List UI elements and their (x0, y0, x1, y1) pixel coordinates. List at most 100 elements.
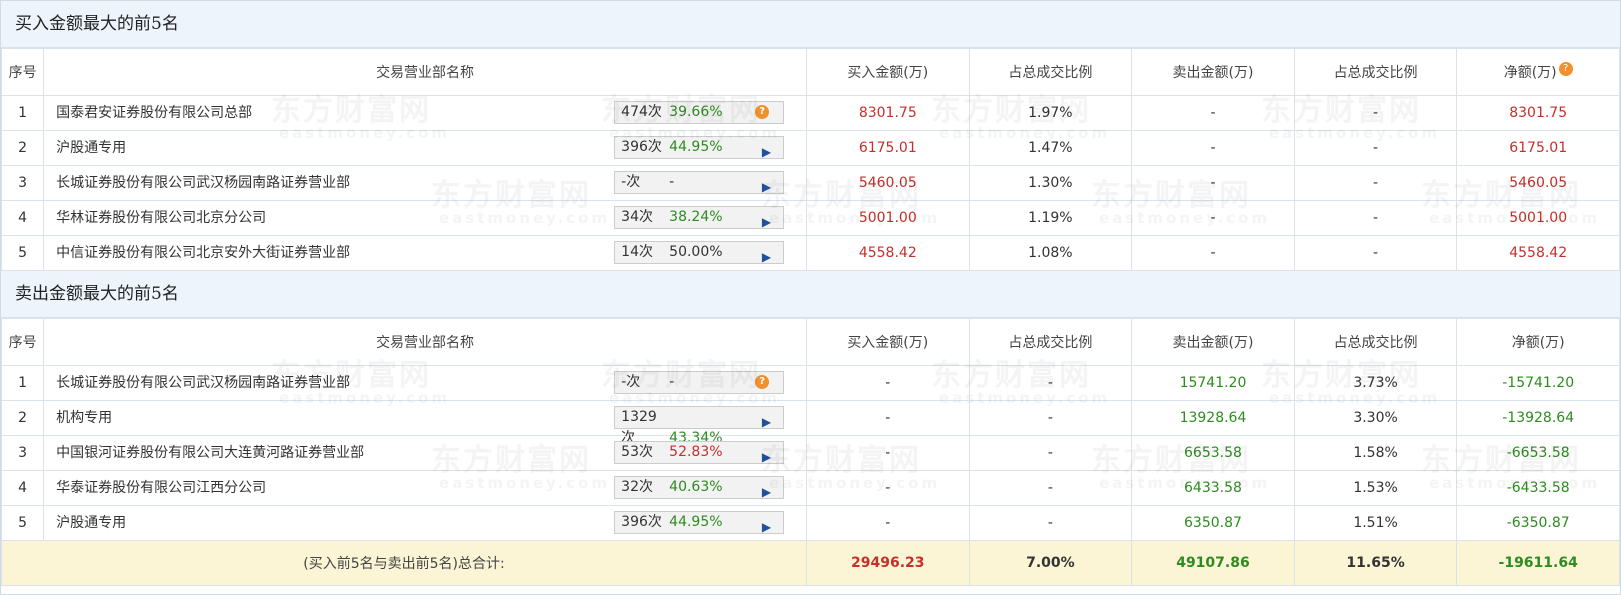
buy-amount-cell: 4558.42 (805, 235, 970, 271)
buy-amount-cell: - (805, 365, 970, 401)
table-row: 3 长城证券股份有限公司武汉杨园南路证券营业部 -次 - ▶ 5460.05 1.30% - -… (0, 165, 1620, 201)
rank-cell: 5 (0, 235, 45, 271)
buy-amount-cell: - (805, 505, 970, 541)
buy-ratio-cell: - (968, 400, 1133, 436)
sell-amount-cell: 6653.58 (1131, 435, 1295, 471)
table-row: 4 华林证券股份有限公司北京分公司 34次 38.24% ▶ 5001.00 1.19% - -… (0, 200, 1620, 236)
table-row: 1 国泰君安证券股份有限公司总部 474次 39.66%? 8301.75 1.97% - -… (0, 95, 1620, 131)
trade-stats-box[interactable]: 53次 52.83% ▶ (614, 441, 785, 464)
trade-stats-box[interactable]: 396次 44.95% ▶ (614, 136, 785, 159)
trade-stats-box[interactable]: -次 -? (614, 371, 785, 394)
arrow-right-icon[interactable]: ▶ (762, 247, 771, 268)
branch-cell: 长城证券股份有限公司武汉杨园南路证券营业部 -次 - ▶ (43, 165, 807, 201)
sell-section-title: 卖出金额最大的前5名 (1, 271, 1620, 318)
help-icon[interactable]: ? (1558, 62, 1573, 76)
trade-stats-box[interactable]: -次 - ▶ (614, 171, 785, 194)
sell-amount-cell: - (1131, 235, 1295, 271)
branch-name-link[interactable]: 华林证券股份有限公司北京分公司 (56, 201, 266, 235)
win-rate: 39.66% (669, 104, 723, 120)
total-sell-ratio: 11.65% (1293, 540, 1458, 586)
sell-ratio-cell: - (1293, 200, 1458, 236)
buy-ratio-cell: - (968, 505, 1133, 541)
sell-amount-cell: 6433.58 (1131, 470, 1295, 506)
help-icon[interactable]: ? (755, 375, 770, 389)
header-name: 交易营业部名称 (43, 318, 807, 366)
buy-amount-cell: - (805, 400, 970, 436)
arrow-right-icon[interactable]: ▶ (762, 412, 771, 433)
arrow-right-icon[interactable]: ▶ (762, 177, 771, 198)
branch-name-link[interactable]: 国泰君安证券股份有限公司总部 (56, 96, 252, 130)
header-sell-ratio: 占总成交比例 (1293, 318, 1458, 366)
net-amount-cell: -13928.64 (1456, 400, 1620, 436)
branch-name-link[interactable]: 长城证券股份有限公司武汉杨园南路证券营业部 (56, 366, 350, 400)
trade-stats-box[interactable]: 474次 39.66%? (614, 101, 785, 124)
branch-cell: 中国银河证券股份有限公司大连黄河路证券营业部 53次 52.83% ▶ (43, 435, 807, 471)
net-amount-cell: 5460.05 (1456, 165, 1620, 201)
net-amount-cell: -6653.58 (1456, 435, 1620, 471)
trade-stats-box[interactable]: 32次 40.63% ▶ (614, 476, 785, 499)
sell-ratio-cell: 3.73% (1293, 365, 1458, 401)
rank-cell: 4 (0, 470, 45, 506)
sell-table: 序号 交易营业部名称 买入金额(万) 占总成交比例 卖出金额(万) 占总成交比例… (0, 318, 1620, 586)
branch-name-link[interactable]: 中信证券股份有限公司北京安外大街证券营业部 (56, 236, 350, 270)
sell-amount-cell: - (1131, 95, 1295, 131)
branch-name-link[interactable]: 沪股通专用 (56, 506, 126, 540)
header-buy-ratio: 占总成交比例 (968, 48, 1133, 96)
trade-stats-box[interactable]: 34次 38.24% ▶ (614, 206, 785, 229)
win-rate: 44.95% (669, 139, 723, 155)
trade-count: 474次 (621, 104, 662, 120)
sell-ratio-cell: - (1293, 95, 1458, 131)
sell-amount-cell: 15741.20 (1131, 365, 1295, 401)
buy-amount-cell: - (805, 435, 970, 471)
branch-cell: 长城证券股份有限公司武汉杨园南路证券营业部 -次 -? (43, 365, 807, 401)
sell-amount-cell: 6350.87 (1131, 505, 1295, 541)
branch-cell: 中信证券股份有限公司北京安外大街证券营业部 14次 50.00% ▶ (43, 235, 807, 271)
sell-ratio-cell: - (1293, 235, 1458, 271)
arrow-right-icon[interactable]: ▶ (762, 447, 771, 468)
sell-amount-cell: 13928.64 (1131, 400, 1295, 436)
rank-cell: 1 (0, 365, 45, 401)
win-rate: 44.95% (669, 514, 723, 530)
buy-ratio-cell: - (968, 435, 1133, 471)
header-sell-amount: 卖出金额(万) (1131, 318, 1295, 366)
buy-ratio-cell: - (968, 470, 1133, 506)
branch-name-link[interactable]: 机构专用 (56, 401, 112, 435)
rank-cell: 2 (0, 130, 45, 166)
win-rate: 52.83% (669, 444, 723, 460)
branch-name-link[interactable]: 沪股通专用 (56, 131, 126, 165)
branch-name-link[interactable]: 长城证券股份有限公司武汉杨园南路证券营业部 (56, 166, 350, 200)
trade-count: 396次 (621, 139, 662, 155)
trade-count: 14次 (621, 244, 653, 260)
table-row: 3 中国银河证券股份有限公司大连黄河路证券营业部 53次 52.83% ▶ - -6653.… (0, 435, 1620, 471)
header-net: 净额(万) (1456, 318, 1620, 366)
net-amount-cell: 6175.01 (1456, 130, 1620, 166)
header-rank: 序号 (0, 318, 45, 366)
sell-table-header: 序号 交易营业部名称 买入金额(万) 占总成交比例 卖出金额(万) 占总成交比例… (0, 318, 1620, 366)
trade-stats-box[interactable]: 14次 50.00% ▶ (614, 241, 785, 264)
header-buy-amount: 买入金额(万) (805, 48, 970, 96)
arrow-right-icon[interactable]: ▶ (762, 212, 771, 233)
sell-ratio-cell: - (1293, 130, 1458, 166)
trade-stats-box[interactable]: 1329次 43.34% ▶ (614, 406, 785, 446)
trade-stats-box[interactable]: 396次 44.95% ▶ (614, 511, 785, 534)
rank-cell: 4 (0, 200, 45, 236)
arrow-right-icon[interactable]: ▶ (762, 482, 771, 503)
header-buy-ratio: 占总成交比例 (968, 318, 1133, 366)
arrow-right-icon[interactable]: ▶ (762, 142, 771, 163)
table-row: 2 机构专用 1329次 43.34% ▶ - -13928.64 3.30% -13928.6… (0, 400, 1620, 446)
sell-ratio-cell: 1.58% (1293, 435, 1458, 471)
arrow-right-icon[interactable]: ▶ (762, 517, 771, 538)
total-buy: 29496.23 (805, 540, 970, 586)
buy-ratio-cell: 1.47% (968, 130, 1133, 166)
branch-name-link[interactable]: 中国银河证券股份有限公司大连黄河路证券营业部 (56, 436, 364, 470)
help-icon[interactable]: ? (755, 105, 770, 119)
table-row: 1 长城证券股份有限公司武汉杨园南路证券营业部 -次 -? - -15741.20 3.73… (0, 365, 1620, 401)
net-amount-cell: -6350.87 (1456, 505, 1620, 541)
branch-cell: 华林证券股份有限公司北京分公司 34次 38.24% ▶ (43, 200, 807, 236)
branch-name-link[interactable]: 华泰证券股份有限公司江西分公司 (56, 471, 266, 505)
header-sell-amount: 卖出金额(万) (1131, 48, 1295, 96)
branch-cell: 沪股通专用 396次 44.95% ▶ (43, 130, 807, 166)
rank-cell: 3 (0, 435, 45, 471)
rank-cell: 2 (0, 400, 45, 436)
table-row: 5 中信证券股份有限公司北京安外大街证券营业部 14次 50.00% ▶ 4558.42 1… (0, 235, 1620, 271)
